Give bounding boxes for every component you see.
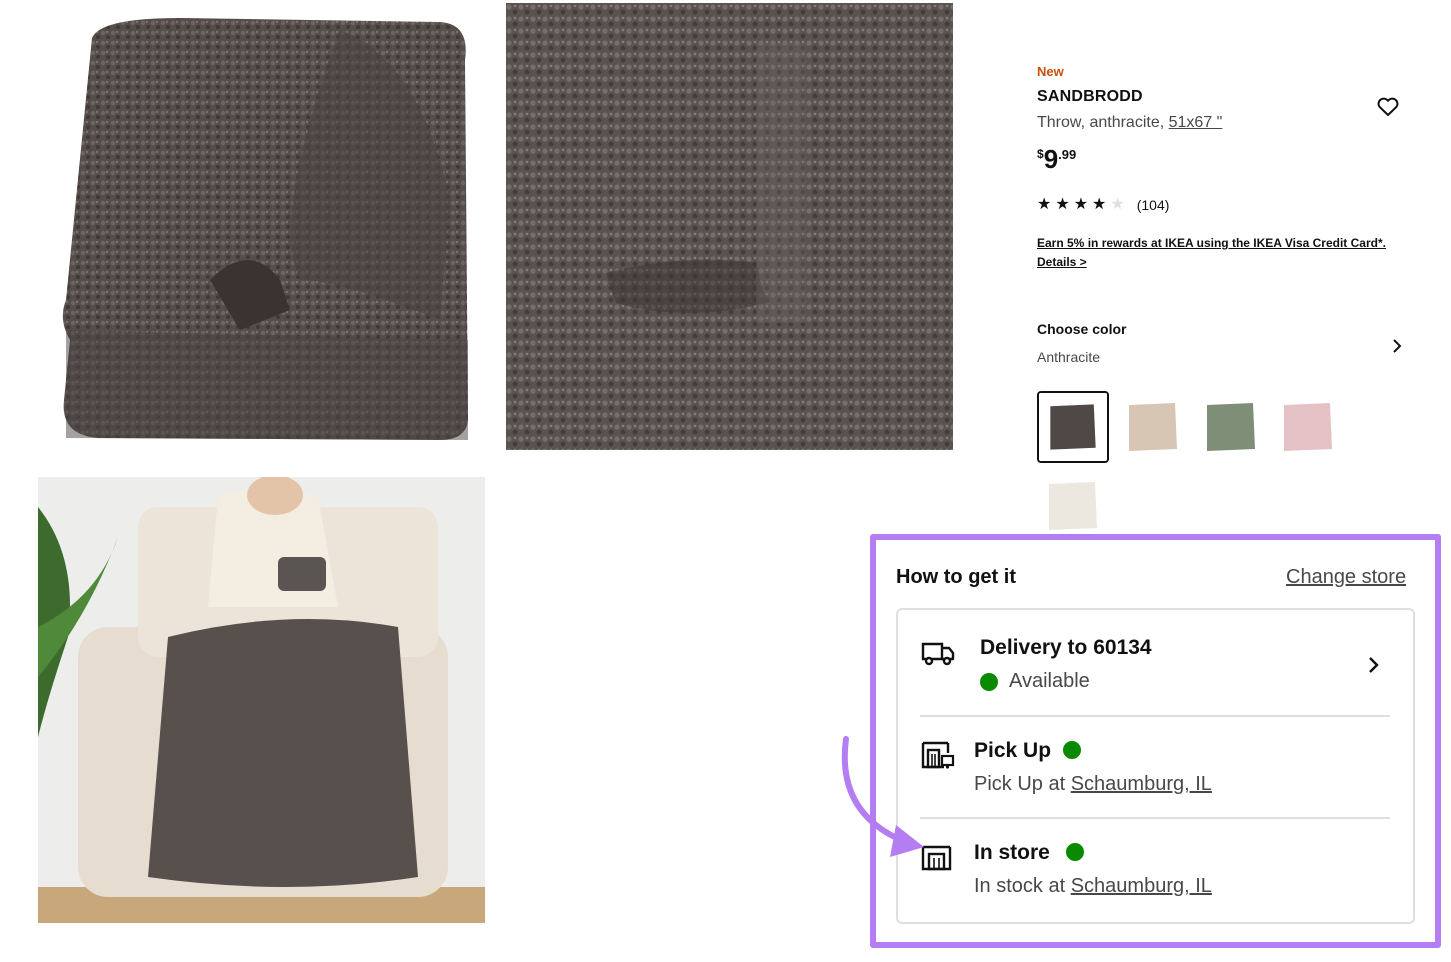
pickup-prefix: Pick Up at [974,773,1071,795]
in-store-location: In stock at Schaumburg, IL [974,875,1212,898]
delivery-status: Available [1009,670,1090,692]
chevron-right-icon[interactable] [1362,654,1384,676]
color-swatch-green[interactable] [1195,391,1267,463]
price-integer: 9 [1043,144,1059,174]
product-image-folded[interactable] [40,0,480,460]
rating[interactable]: ★ ★ ★ ★ ★ (104) [1037,196,1170,214]
price-decimal: .99 [1058,147,1077,162]
chevron-right-icon[interactable] [1387,336,1407,356]
status-available-dot [980,673,998,691]
rewards-link[interactable]: Earn 5% in rewards at IKEA using the IKE… [1037,234,1387,272]
status-available-dot [1063,741,1081,759]
star-icon: ★ [1055,196,1070,213]
heart-icon[interactable] [1375,95,1401,119]
product-description: Throw, anthracite, 51x67 " [1037,114,1222,132]
change-store-link[interactable]: Change store [1286,566,1406,589]
price-currency: $ [1037,147,1044,161]
fulfillment-options-card: Delivery to 60134 Available Pick Up Pick… [896,608,1415,924]
color-swatch-anthracite[interactable] [1037,391,1109,463]
status-available-dot [1066,843,1084,861]
in-store-prefix: In stock at [974,875,1071,897]
product-name: SANDBRODD [1037,88,1143,105]
pickup-location: Pick Up at Schaumburg, IL [974,773,1212,796]
delivery-title: Delivery to 60134 [980,636,1152,659]
star-empty-icon: ★ [1110,196,1125,213]
review-count: (104) [1136,197,1170,213]
color-swatch-beige[interactable] [1117,391,1189,463]
star-icon: ★ [1073,196,1089,213]
product-description-text: Throw, anthracite, [1037,114,1169,131]
color-swatch-pink[interactable] [1272,391,1344,463]
selected-color: Anthracite [1037,349,1101,365]
product-size-link[interactable]: 51x67 " [1169,114,1223,131]
product-image-lifestyle[interactable] [38,477,485,923]
star-icon: ★ [1092,196,1107,213]
color-swatch-white[interactable] [1037,470,1109,542]
product-image-closeup[interactable] [506,3,953,450]
in-store-option[interactable]: In store In stock at Schaumburg, IL [898,819,1413,924]
delivery-option[interactable]: Delivery to 60134 Available [898,610,1413,716]
pickup-title: Pick Up [974,739,1052,762]
annotation-arrow-icon [830,735,930,865]
in-store-store-link[interactable]: Schaumburg, IL [1071,875,1212,897]
product-price: $9.99 [1037,144,1076,175]
pickup-option[interactable]: Pick Up Pick Up at Schaumburg, IL [898,717,1413,817]
in-store-title: In store [974,841,1050,864]
how-to-get-it-title: How to get it [896,566,1016,588]
truck-icon [920,636,956,668]
new-badge: New [1037,64,1064,79]
choose-color-title: Choose color [1037,321,1127,337]
pickup-store-link[interactable]: Schaumburg, IL [1071,773,1212,795]
star-icon: ★ [1037,196,1052,213]
